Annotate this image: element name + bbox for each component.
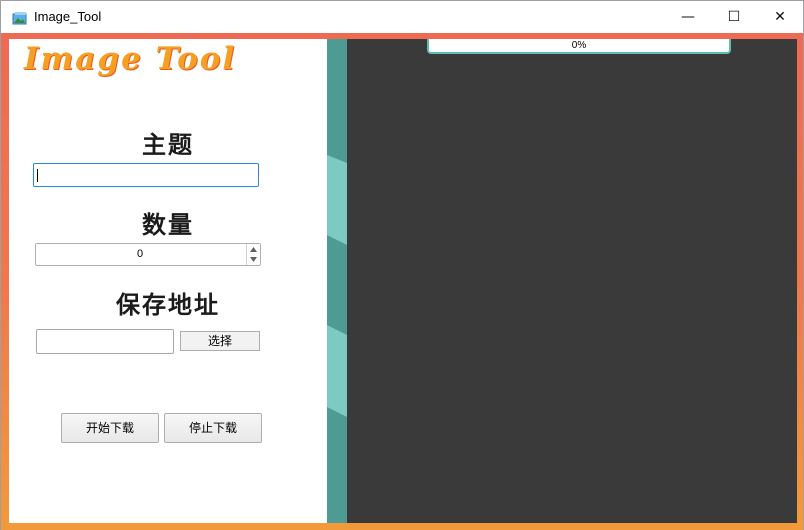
image-tool-icon	[12, 10, 28, 25]
topic-label: 主题	[142, 131, 194, 159]
count-value: 0	[136, 248, 144, 260]
close-icon: ✕	[774, 9, 786, 25]
control-panel: Image Tool 主题 数量 0 保存地址 选择 开始下载 停止下载	[9, 39, 327, 523]
window-title: Image_Tool	[34, 9, 102, 24]
download-progress-bar: 0%	[427, 39, 731, 54]
save-path-input[interactable]	[36, 329, 174, 354]
topic-input[interactable]	[33, 163, 259, 187]
stop-download-button[interactable]: 停止下载	[164, 413, 262, 443]
minimize-icon: —	[681, 9, 695, 25]
panel-divider	[327, 39, 347, 523]
close-button[interactable]: ✕	[757, 1, 803, 33]
spin-buttons	[246, 244, 260, 265]
maximize-icon: ☐	[727, 9, 741, 25]
text-caret	[37, 169, 38, 182]
count-label: 数量	[142, 211, 194, 239]
minimize-button[interactable]: —	[665, 1, 711, 33]
start-download-button[interactable]: 开始下载	[61, 413, 159, 443]
count-spinbox[interactable]: 0	[35, 243, 261, 266]
choose-folder-button[interactable]: 选择	[180, 331, 260, 351]
maximize-button[interactable]: ☐	[711, 1, 757, 33]
app-window: Image_Tool — ☐ ✕ Image Tool 主题 数量 0 保存地址…	[0, 0, 804, 530]
app-logo: Image Tool	[24, 41, 237, 77]
triangle-up-icon[interactable]	[247, 244, 260, 254]
client-area: Image Tool 主题 数量 0 保存地址 选择 开始下载 停止下载 0%	[1, 33, 803, 530]
triangle-down-icon[interactable]	[247, 254, 260, 264]
title-bar[interactable]: Image_Tool — ☐ ✕	[1, 1, 803, 33]
save-path-label: 保存地址	[116, 291, 220, 319]
image-preview-panel: 0%	[347, 39, 797, 523]
progress-text: 0%	[571, 40, 587, 51]
